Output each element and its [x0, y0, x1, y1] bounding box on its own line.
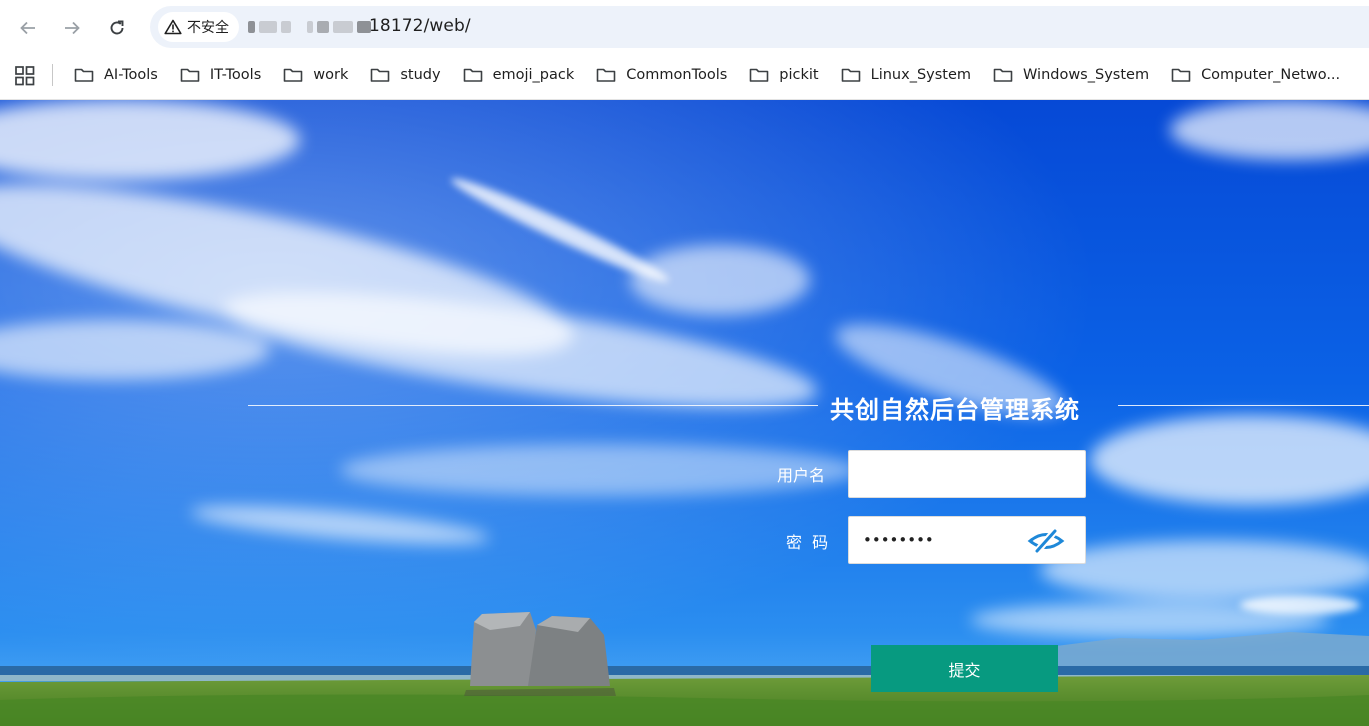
back-button[interactable] — [13, 13, 43, 43]
system-title: 共创自然后台管理系统 — [830, 396, 1080, 424]
bookmark-label: IT-Tools — [209, 67, 262, 83]
bookmark-label: AI-Tools — [104, 67, 158, 83]
background-scenery — [0, 100, 1369, 726]
forward-button[interactable] — [57, 13, 87, 43]
security-chip[interactable]: 不安全 — [158, 12, 239, 42]
bookmarks-divider — [52, 64, 53, 86]
folder-icon — [1171, 68, 1191, 82]
eye-hidden-icon[interactable] — [1027, 528, 1065, 554]
folder-icon — [463, 68, 482, 82]
apps-grid-icon[interactable] — [14, 65, 36, 87]
folder-icon — [74, 68, 94, 82]
arrow-right-icon — [65, 21, 80, 35]
folder-icon — [283, 68, 303, 82]
bookmark-folder-work[interactable]: work — [283, 62, 370, 88]
submit-button[interactable]: 提交 — [871, 645, 1058, 692]
reload-icon — [110, 20, 124, 35]
bookmark-label: Computer_Netwo... — [1201, 67, 1341, 83]
bookmark-folder-commontools[interactable]: CommonTools — [596, 62, 749, 88]
url-text: 18172/web/ — [369, 16, 471, 36]
username-label: 用户名 — [777, 466, 826, 485]
bookmark-label: Windows_System — [1023, 67, 1150, 83]
bookmark-folder-ai-tools[interactable]: AI-Tools — [74, 62, 180, 88]
bookmark-label: pickit — [779, 67, 819, 83]
warning-icon — [164, 19, 182, 35]
bookmark-list: AI-Tools IT-Tools work study emoji_pack … — [74, 62, 1362, 88]
browser-toolbar: 不安全 18172/web/ — [0, 0, 1369, 56]
bookmark-label: work — [313, 67, 349, 83]
bookmark-label: CommonTools — [626, 67, 728, 83]
bookmark-folder-study[interactable]: study — [370, 62, 462, 88]
bookmark-label: emoji_pack — [492, 67, 575, 83]
bookmark-folder-it-tools[interactable]: IT-Tools — [180, 62, 283, 88]
url-redacted — [248, 19, 371, 35]
folder-icon — [749, 68, 769, 82]
password-input[interactable] — [849, 517, 1019, 563]
folder-icon — [596, 68, 616, 82]
password-label: 密 码 — [786, 533, 829, 552]
folder-icon — [993, 68, 1013, 82]
bookmark-folder-windows-system[interactable]: Windows_System — [993, 62, 1171, 88]
bookmark-label: study — [400, 67, 441, 83]
username-input[interactable] — [849, 451, 1019, 497]
folder-icon — [180, 68, 200, 82]
arrow-left-icon — [20, 21, 35, 35]
security-label: 不安全 — [187, 20, 229, 36]
folder-icon — [841, 68, 860, 82]
address-bar[interactable]: 不安全 18172/web/ — [150, 6, 1369, 48]
login-page: 共创自然后台管理系统 用户名 密 码 提交 — [0, 100, 1369, 726]
bookmarks-bar: AI-Tools IT-Tools work study emoji_pack … — [0, 56, 1369, 100]
password-field[interactable] — [848, 516, 1086, 564]
folder-icon — [371, 68, 390, 82]
title-line-right — [1118, 405, 1369, 406]
title-line-left — [248, 405, 818, 406]
bookmark-folder-pickit[interactable]: pickit — [749, 62, 840, 88]
username-field[interactable] — [848, 450, 1086, 498]
bookmark-folder-emoji-pack[interactable]: emoji_pack — [463, 62, 597, 88]
bookmark-folder-computer-network[interactable]: Computer_Netwo... — [1171, 62, 1362, 88]
bookmark-folder-linux-system[interactable]: Linux_System — [841, 62, 993, 88]
reload-button[interactable] — [102, 13, 132, 43]
bookmark-label: Linux_System — [870, 67, 972, 83]
